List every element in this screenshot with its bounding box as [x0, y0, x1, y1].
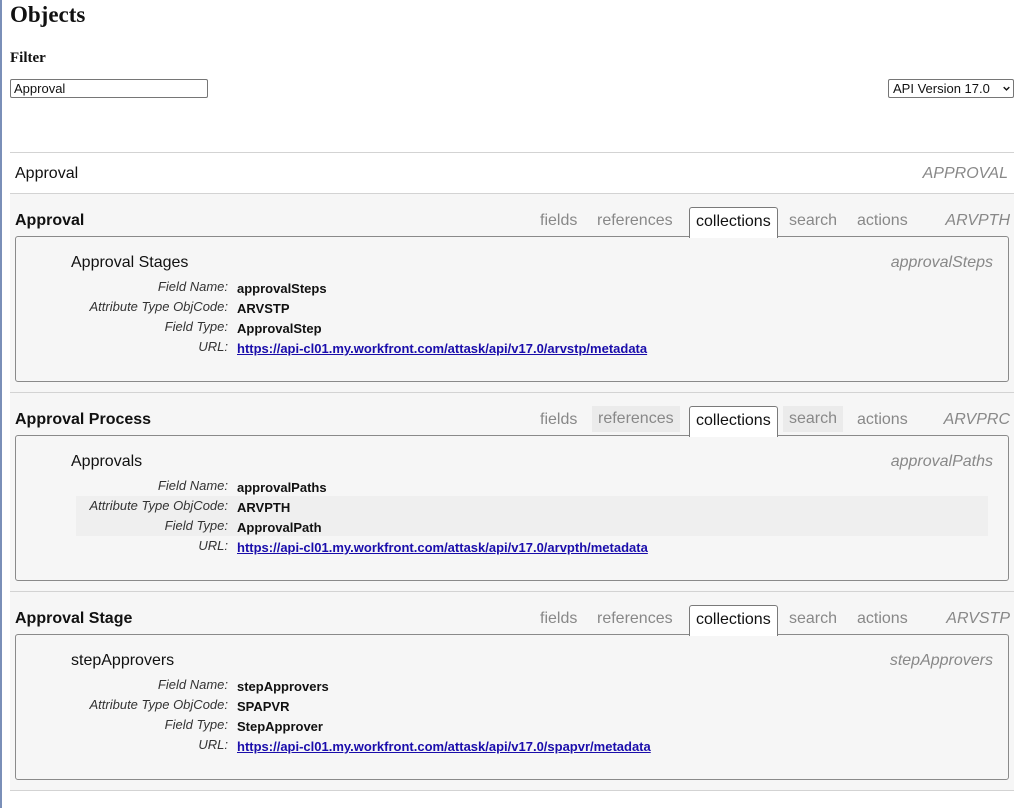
tab-references[interactable]: references	[591, 605, 679, 635]
entity-title: Approval	[15, 212, 85, 229]
tab-collections[interactable]: collections	[689, 406, 778, 437]
attr-key: Attribute Type ObjCode:	[89, 299, 229, 314]
tab-actions[interactable]: actions	[851, 207, 914, 237]
attr-value: ApprovalStep	[237, 321, 322, 336]
attr-row-field-type: Field Type: StepApprover	[76, 715, 988, 735]
collection-field: approvalSteps	[890, 254, 993, 271]
object-label: Approval	[15, 165, 79, 182]
attr-row-field-type: Field Type: ApprovalStep	[76, 317, 988, 337]
attr-row-field-name: Field Name: stepApprovers	[76, 675, 988, 695]
entity-approval-process: Approval Process fields references colle…	[10, 393, 1014, 591]
tab-actions[interactable]: actions	[851, 406, 914, 436]
attr-row-attr-type: Attribute Type ObjCode: ARVSTP	[76, 297, 988, 317]
collection-name: Approval Stages	[71, 254, 189, 271]
api-version-select[interactable]: API Version 17.0	[888, 79, 1014, 98]
attr-row-url: URL: https://api-cl01.my.workfront.com/a…	[76, 337, 988, 357]
collection-panel: Approvals approvalPaths Field Name: appr…	[15, 435, 1009, 581]
attr-key: URL:	[198, 538, 228, 553]
attr-key: URL:	[198, 339, 228, 354]
attr-row-field-name: Field Name: approvalPaths	[76, 476, 988, 496]
collection-name: stepApprovers	[71, 652, 175, 669]
collection-field: approvalPaths	[890, 453, 993, 470]
attr-row-url: URL: https://api-cl01.my.workfront.com/a…	[76, 735, 988, 755]
attr-row-field-name: Field Name: approvalSteps	[76, 277, 988, 297]
tab-search[interactable]: search	[783, 207, 843, 237]
attr-row-url: URL: https://api-cl01.my.workfront.com/a…	[76, 536, 988, 556]
divider	[10, 790, 1014, 791]
window-edge	[0, 0, 2, 808]
collection-field: stepApprovers	[889, 652, 993, 669]
attr-key: Field Name:	[157, 478, 228, 493]
attr-row-attr-type: Attribute Type ObjCode: SPAPVR	[76, 695, 988, 715]
tab-actions[interactable]: actions	[851, 605, 914, 635]
metadata-link[interactable]: https://api-cl01.my.workfront.com/attask…	[237, 540, 648, 555]
tab-fields[interactable]: fields	[534, 406, 583, 436]
tab-collections[interactable]: collections	[689, 605, 778, 636]
collection-panel: Approval Stages approvalSteps Field Name…	[15, 236, 1009, 382]
entity-approval-stage: Approval Stage fields references collect…	[10, 592, 1014, 790]
tab-fields[interactable]: fields	[534, 605, 583, 635]
chevron-down-icon	[1003, 86, 1010, 91]
results-list: Approval APPROVAL Approval fields refere…	[10, 152, 1014, 791]
attr-value: ARVSTP	[237, 301, 290, 316]
entity-title: Approval Process	[15, 411, 152, 428]
filter-input[interactable]	[10, 79, 208, 98]
object-code: APPROVAL	[922, 165, 1008, 182]
attr-key: Attribute Type ObjCode:	[89, 697, 229, 712]
attr-key: URL:	[198, 737, 228, 752]
attr-value: ARVPTH	[237, 500, 291, 515]
entity-title: Approval Stage	[15, 610, 133, 627]
tab-references[interactable]: references	[591, 207, 679, 237]
attr-value: approvalSteps	[237, 281, 327, 296]
attr-row-attr-type: Attribute Type ObjCode: ARVPTH	[76, 496, 988, 516]
attr-value: ApprovalPath	[237, 520, 322, 535]
page-title: Objects	[10, 2, 86, 27]
entity-code: ARVSTP	[946, 610, 1010, 627]
attr-row-field-type: Field Type: ApprovalPath	[76, 516, 988, 536]
metadata-link[interactable]: https://api-cl01.my.workfront.com/attask…	[237, 739, 651, 754]
tab-search[interactable]: search	[783, 605, 843, 635]
attr-key: Field Name:	[157, 279, 228, 294]
attr-key: Field Type:	[164, 319, 228, 334]
attr-key: Field Name:	[157, 677, 228, 692]
entity-code: ARVPTH	[945, 212, 1010, 229]
object-row-approval[interactable]: Approval APPROVAL	[10, 153, 1014, 193]
attr-value: StepApprover	[237, 719, 323, 734]
tab-references[interactable]: references	[592, 406, 680, 432]
entity-code: ARVPRC	[943, 411, 1010, 428]
collection-panel: stepApprovers stepApprovers Field Name: …	[15, 634, 1009, 780]
attr-key: Field Type:	[164, 518, 228, 533]
metadata-link[interactable]: https://api-cl01.my.workfront.com/attask…	[237, 341, 647, 356]
api-version-value: API Version 17.0	[893, 81, 990, 96]
collection-name: Approvals	[71, 453, 143, 470]
tab-search[interactable]: search	[783, 406, 844, 432]
attr-value: stepApprovers	[237, 679, 329, 694]
attr-key: Attribute Type ObjCode:	[89, 498, 229, 513]
attr-value: SPAPVR	[237, 699, 290, 714]
tab-fields[interactable]: fields	[534, 207, 583, 237]
filter-label: Filter	[10, 50, 46, 66]
tab-collections[interactable]: collections	[689, 207, 778, 238]
attr-value: approvalPaths	[237, 480, 327, 495]
entity-approval: Approval fields references collections s…	[10, 194, 1014, 392]
attr-key: Field Type:	[164, 717, 228, 732]
